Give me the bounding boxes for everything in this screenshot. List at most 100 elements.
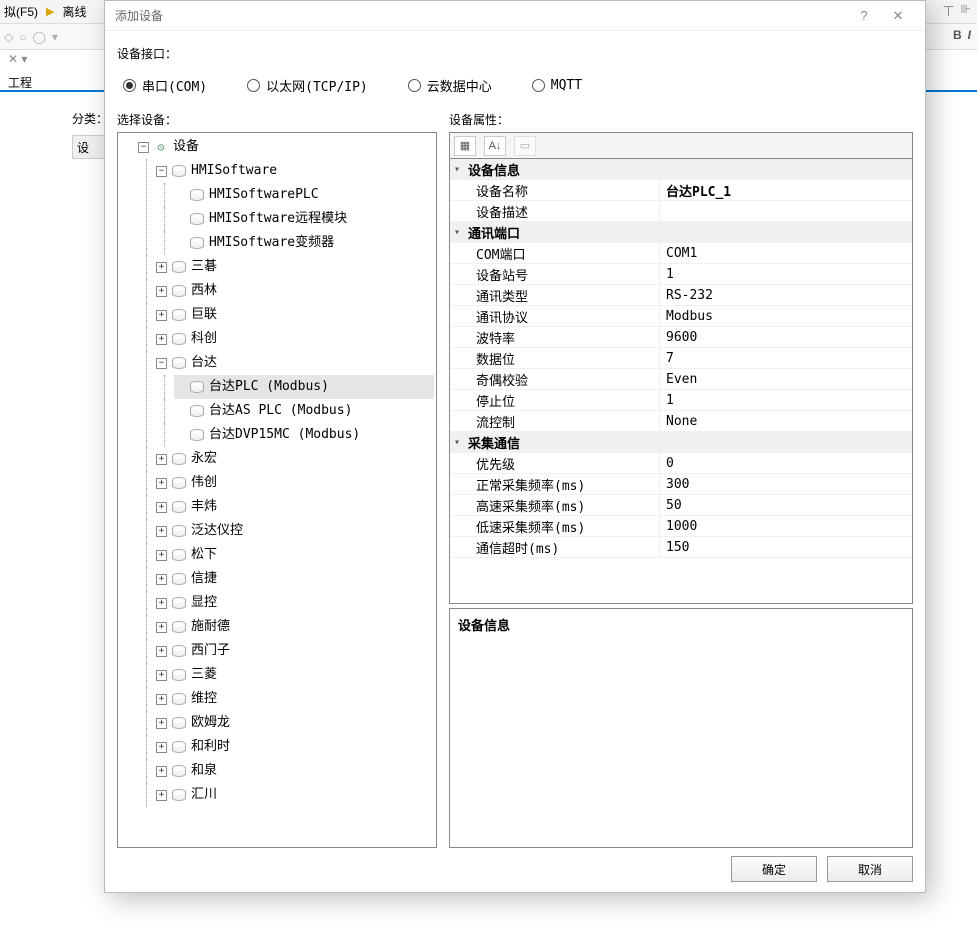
propgrid-row[interactable]: 停止位1: [450, 390, 912, 411]
propgrid-value[interactable]: RS-232: [660, 285, 912, 306]
propgrid-value[interactable]: 台达PLC_1: [660, 180, 912, 201]
tree-node-hmi[interactable]: −HMISoftware: [156, 159, 434, 183]
tree-toggle-icon[interactable]: +: [156, 694, 167, 705]
propgrid-category[interactable]: ▾采集通信: [450, 432, 912, 453]
tree-toggle-icon[interactable]: +: [156, 598, 167, 609]
tree-leaf[interactable]: HMISoftware远程模块: [174, 207, 434, 231]
propgrid-value[interactable]: 50: [660, 495, 912, 516]
tree-toggle-icon[interactable]: +: [156, 622, 167, 633]
shape-icon: ○: [19, 30, 26, 44]
tree-toggle-icon[interactable]: +: [156, 310, 167, 321]
propgrid-row[interactable]: 通信超时(ms)150: [450, 537, 912, 558]
tree-toggle-icon[interactable]: +: [156, 526, 167, 537]
help-button[interactable]: ?: [847, 4, 881, 28]
tree-node[interactable]: +维控: [156, 687, 434, 711]
propgrid-value[interactable]: 150: [660, 537, 912, 558]
tree-node-taida[interactable]: −台达: [156, 351, 434, 375]
tree-toggle-icon[interactable]: +: [156, 574, 167, 585]
propgrid-row[interactable]: 优先级0: [450, 453, 912, 474]
database-icon: [172, 741, 186, 753]
tree-node[interactable]: +永宏: [156, 447, 434, 471]
propgrid-row[interactable]: 高速采集频率(ms)50: [450, 495, 912, 516]
propgrid-value[interactable]: 1000: [660, 516, 912, 537]
close-button[interactable]: ✕: [881, 4, 915, 28]
tree-leaf[interactable]: 台达PLC (Modbus): [174, 375, 434, 399]
radio-ethernet[interactable]: 以太网(TCP/IP): [247, 76, 368, 95]
propgrid-value[interactable]: 0: [660, 453, 912, 474]
propgrid-row[interactable]: 奇偶校验Even: [450, 369, 912, 390]
tree-node[interactable]: +西门子: [156, 639, 434, 663]
device-tree[interactable]: −⚙设备−HMISoftwareHMISoftwarePLCHMISoftwar…: [117, 132, 437, 848]
propgrid-row[interactable]: 通讯类型RS-232: [450, 285, 912, 306]
radio-com[interactable]: 串口(COM): [123, 76, 207, 95]
propgrid-pages-button[interactable]: ▭: [514, 136, 536, 156]
propgrid-value[interactable]: 7: [660, 348, 912, 369]
tree-node[interactable]: +丰炜: [156, 495, 434, 519]
tree-leaf[interactable]: 台达AS PLC (Modbus): [174, 399, 434, 423]
propgrid-row[interactable]: 正常采集频率(ms)300: [450, 474, 912, 495]
propgrid-value[interactable]: Modbus: [660, 306, 912, 327]
tree-node[interactable]: +西林: [156, 279, 434, 303]
property-grid[interactable]: ▾设备信息设备名称台达PLC_1设备描述▾通讯端口COM端口COM1设备站号1通…: [449, 158, 913, 604]
tree-toggle-icon[interactable]: +: [156, 502, 167, 513]
propgrid-value[interactable]: [660, 201, 912, 222]
tree-root-node[interactable]: −⚙设备: [138, 135, 434, 159]
tree-toggle-icon[interactable]: +: [156, 790, 167, 801]
tree-node[interactable]: +信捷: [156, 567, 434, 591]
tree-toggle-icon[interactable]: +: [156, 670, 167, 681]
tree-toggle-icon[interactable]: +: [156, 718, 167, 729]
tree-toggle-icon[interactable]: +: [156, 478, 167, 489]
tree-node[interactable]: +松下: [156, 543, 434, 567]
propgrid-value[interactable]: 9600: [660, 327, 912, 348]
tree-leaf[interactable]: HMISoftwarePLC: [174, 183, 434, 207]
propgrid-row[interactable]: COM端口COM1: [450, 243, 912, 264]
propgrid-value[interactable]: Even: [660, 369, 912, 390]
propgrid-row[interactable]: 波特率9600: [450, 327, 912, 348]
ok-button[interactable]: 确定: [731, 856, 817, 882]
tree-leaf[interactable]: 台达DVP15MC (Modbus): [174, 423, 434, 447]
tree-toggle-icon[interactable]: −: [156, 358, 167, 369]
tree-toggle-icon[interactable]: +: [156, 334, 167, 345]
propgrid-value[interactable]: 1: [660, 264, 912, 285]
radio-mqtt[interactable]: MQTT: [532, 78, 582, 93]
tree-toggle-icon[interactable]: +: [156, 550, 167, 561]
tree-node[interactable]: +三菱: [156, 663, 434, 687]
tree-node[interactable]: +巨联: [156, 303, 434, 327]
tree-toggle-icon[interactable]: +: [156, 454, 167, 465]
tree-node[interactable]: +和利时: [156, 735, 434, 759]
propgrid-row[interactable]: 通讯协议Modbus: [450, 306, 912, 327]
cancel-button[interactable]: 取消: [827, 856, 913, 882]
tree-node[interactable]: +伟创: [156, 471, 434, 495]
propgrid-row[interactable]: 数据位7: [450, 348, 912, 369]
propgrid-row[interactable]: 流控制None: [450, 411, 912, 432]
tree-toggle-icon[interactable]: +: [156, 766, 167, 777]
propgrid-row[interactable]: 设备名称台达PLC_1: [450, 180, 912, 201]
propgrid-category[interactable]: ▾通讯端口: [450, 222, 912, 243]
tree-node[interactable]: +泛达仪控: [156, 519, 434, 543]
tree-node[interactable]: +显控: [156, 591, 434, 615]
sort-az-button[interactable]: A↓: [484, 136, 506, 156]
propgrid-category[interactable]: ▾设备信息: [450, 159, 912, 180]
propgrid-value[interactable]: 300: [660, 474, 912, 495]
propgrid-value[interactable]: 1: [660, 390, 912, 411]
tree-node[interactable]: +科创: [156, 327, 434, 351]
propgrid-row[interactable]: 低速采集频率(ms)1000: [450, 516, 912, 537]
tree-node[interactable]: +欧姆龙: [156, 711, 434, 735]
tree-toggle-icon[interactable]: −: [138, 142, 149, 153]
propgrid-value[interactable]: None: [660, 411, 912, 432]
radio-cloud[interactable]: 云数据中心: [408, 76, 492, 95]
tree-toggle-icon[interactable]: +: [156, 646, 167, 657]
tree-leaf[interactable]: HMISoftware变频器: [174, 231, 434, 255]
tree-toggle-icon[interactable]: −: [156, 166, 167, 177]
tree-toggle-icon[interactable]: +: [156, 742, 167, 753]
tree-node[interactable]: +汇川: [156, 783, 434, 807]
categorize-button[interactable]: ▦: [454, 136, 476, 156]
tree-node[interactable]: +施耐德: [156, 615, 434, 639]
tree-toggle-icon[interactable]: +: [156, 286, 167, 297]
tree-node[interactable]: +三碁: [156, 255, 434, 279]
tree-node[interactable]: +和泉: [156, 759, 434, 783]
propgrid-row[interactable]: 设备站号1: [450, 264, 912, 285]
tree-toggle-icon[interactable]: +: [156, 262, 167, 273]
propgrid-value[interactable]: COM1: [660, 243, 912, 264]
propgrid-row[interactable]: 设备描述: [450, 201, 912, 222]
